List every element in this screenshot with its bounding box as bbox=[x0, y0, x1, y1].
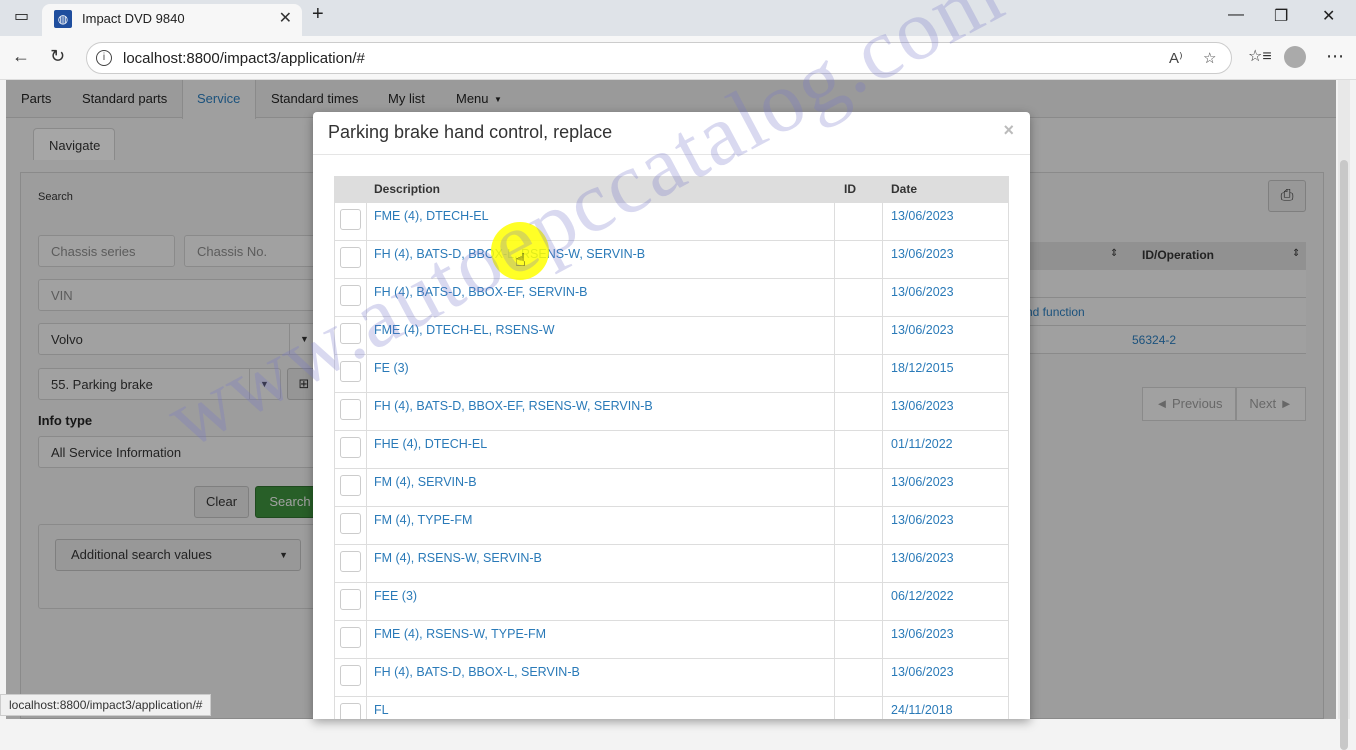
avatar[interactable] bbox=[1284, 46, 1306, 68]
browser-titlebar: ▭ ◍ Impact DVD 9840 ✕ + — ❐ ✕ bbox=[0, 0, 1356, 36]
row-checkbox[interactable] bbox=[340, 247, 361, 268]
refresh-icon[interactable]: ↻ bbox=[50, 46, 65, 67]
favorites-icon[interactable]: ☆≡ bbox=[1248, 46, 1272, 66]
more-icon[interactable]: ⋯ bbox=[1326, 46, 1344, 67]
row-description-link[interactable]: FHE (4), DTECH-EL bbox=[374, 437, 487, 451]
row-date: 13/06/2023 bbox=[891, 513, 954, 527]
back-icon[interactable]: ← bbox=[12, 46, 30, 67]
row-description-link[interactable]: FM (4), SERVIN-B bbox=[374, 475, 477, 489]
column-divider bbox=[834, 203, 835, 719]
table-row[interactable]: FE (3) 18/12/2015 bbox=[334, 355, 1009, 393]
table-border bbox=[1008, 203, 1009, 719]
description-header: Description bbox=[374, 182, 441, 196]
row-date: 13/06/2023 bbox=[891, 285, 954, 299]
row-checkbox[interactable] bbox=[340, 513, 361, 534]
row-description-link[interactable]: FH (4), BATS-D, BBOX-L, SERVIN-B bbox=[374, 665, 580, 679]
tab-title: Impact DVD 9840 bbox=[82, 11, 185, 26]
close-tab-icon[interactable]: ✕ bbox=[279, 8, 292, 28]
page-scrollbar[interactable] bbox=[1338, 80, 1350, 750]
url-input[interactable]: i localhost:8800/impact3/application/# A… bbox=[86, 42, 1232, 74]
table-row[interactable]: FL 24/11/2018 bbox=[334, 697, 1009, 719]
close-icon[interactable]: × bbox=[1003, 120, 1014, 141]
table-row[interactable]: FM (4), TYPE-FM 13/06/2023 bbox=[334, 507, 1009, 545]
table-row[interactable]: FME (4), RSENS-W, TYPE-FM 13/06/2023 bbox=[334, 621, 1009, 659]
row-checkbox[interactable] bbox=[340, 703, 361, 719]
tab-actions-icon[interactable]: ▭ bbox=[14, 6, 29, 26]
table-row[interactable]: FM (4), RSENS-W, SERVIN-B 13/06/2023 bbox=[334, 545, 1009, 583]
minimize-icon[interactable]: — bbox=[1228, 6, 1244, 24]
url-text: localhost:8800/impact3/application/# bbox=[123, 50, 365, 67]
row-date: 13/06/2023 bbox=[891, 209, 954, 223]
row-description-link[interactable]: FH (4), BATS-D, BBOX-EF, RSENS-W, SERVIN… bbox=[374, 399, 653, 413]
globe-icon: ◍ bbox=[54, 10, 72, 28]
date-header: Date bbox=[891, 182, 918, 196]
row-checkbox[interactable] bbox=[340, 475, 361, 496]
row-date: 13/06/2023 bbox=[891, 627, 954, 641]
restore-icon[interactable]: ❐ bbox=[1274, 6, 1288, 26]
row-date: 13/06/2023 bbox=[891, 551, 954, 565]
new-tab-icon[interactable]: + bbox=[312, 3, 324, 26]
row-description-link[interactable]: FME (4), RSENS-W, TYPE-FM bbox=[374, 627, 546, 641]
row-date: 01/11/2022 bbox=[891, 437, 953, 451]
row-date: 13/06/2023 bbox=[891, 399, 954, 413]
scroll-thumb[interactable] bbox=[1340, 160, 1348, 750]
id-header: ID bbox=[844, 182, 856, 196]
column-divider bbox=[882, 203, 883, 719]
browser-tab[interactable]: ◍ Impact DVD 9840 ✕ bbox=[42, 4, 302, 36]
row-checkbox[interactable] bbox=[340, 665, 361, 686]
row-checkbox[interactable] bbox=[340, 627, 361, 648]
row-checkbox[interactable] bbox=[340, 209, 361, 230]
table-row[interactable]: FM (4), SERVIN-B 13/06/2023 bbox=[334, 469, 1009, 507]
row-checkbox[interactable] bbox=[340, 589, 361, 610]
status-bar: localhost:8800/impact3/application/# bbox=[0, 694, 212, 716]
row-date: 06/12/2022 bbox=[891, 589, 954, 603]
row-date: 18/12/2015 bbox=[891, 361, 954, 375]
row-description-link[interactable]: FM (4), TYPE-FM bbox=[374, 513, 472, 527]
row-description-link[interactable]: FEE (3) bbox=[374, 589, 417, 603]
modal-title: Parking brake hand control, replace bbox=[328, 122, 613, 142]
row-checkbox[interactable] bbox=[340, 551, 361, 572]
row-date: 24/11/2018 bbox=[891, 703, 953, 717]
row-description-link[interactable]: FL bbox=[374, 703, 389, 717]
row-checkbox[interactable] bbox=[340, 437, 361, 458]
row-date: 13/06/2023 bbox=[891, 323, 954, 337]
table-row[interactable]: FH (4), BATS-D, BBOX-EF, RSENS-W, SERVIN… bbox=[334, 393, 1009, 431]
row-checkbox[interactable] bbox=[340, 399, 361, 420]
row-date: 13/06/2023 bbox=[891, 247, 954, 261]
favorite-star-icon[interactable]: ☆ bbox=[1203, 49, 1216, 67]
table-row[interactable]: FHE (4), DTECH-EL 01/11/2022 bbox=[334, 431, 1009, 469]
read-aloud-icon[interactable]: A⁾ bbox=[1169, 49, 1183, 67]
address-bar: ← ↻ i localhost:8800/impact3/application… bbox=[0, 36, 1356, 80]
row-date: 13/06/2023 bbox=[891, 665, 954, 679]
row-description-link[interactable]: FM (4), RSENS-W, SERVIN-B bbox=[374, 551, 542, 565]
close-window-icon[interactable]: ✕ bbox=[1322, 6, 1335, 26]
info-icon[interactable]: i bbox=[96, 50, 112, 66]
table-row[interactable]: FEE (3) 06/12/2022 bbox=[334, 583, 1009, 621]
table-row[interactable]: FH (4), BATS-D, BBOX-L, SERVIN-B 13/06/20… bbox=[334, 659, 1009, 697]
row-date: 13/06/2023 bbox=[891, 475, 954, 489]
